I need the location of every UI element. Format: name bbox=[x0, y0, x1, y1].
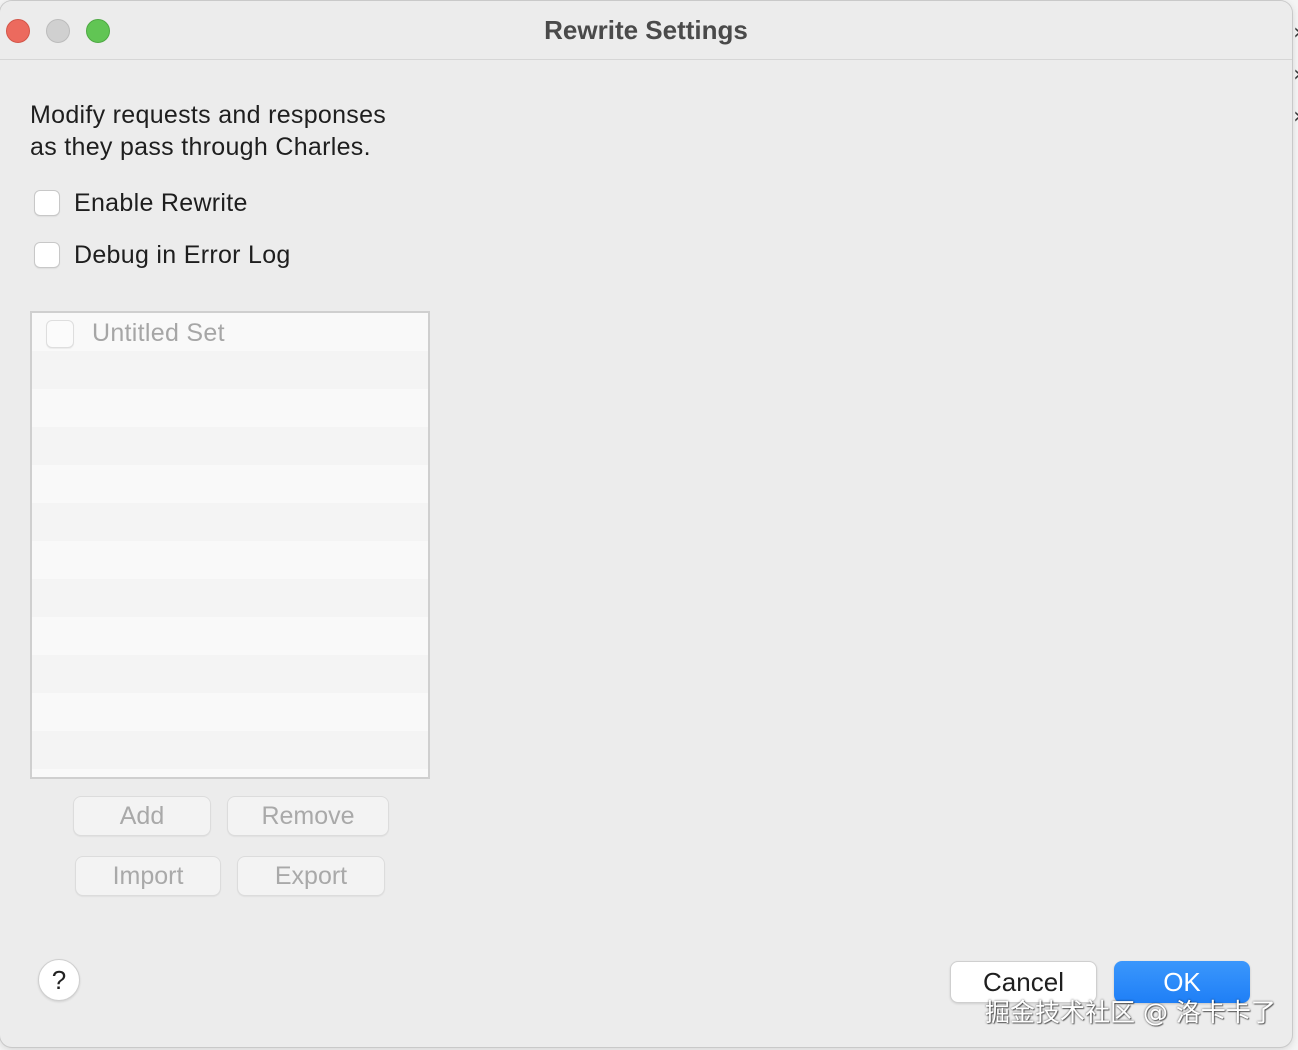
list-row-stripe bbox=[32, 617, 428, 655]
enable-rewrite-checkbox[interactable] bbox=[34, 190, 60, 216]
list-row-stripe bbox=[32, 541, 428, 579]
list-row-stripe bbox=[32, 351, 428, 389]
enable-rewrite-label[interactable]: Enable Rewrite bbox=[74, 189, 248, 218]
list-row-stripe bbox=[32, 503, 428, 541]
background-chevron-icon: › bbox=[1293, 62, 1298, 87]
debug-error-log-label[interactable]: Debug in Error Log bbox=[74, 241, 291, 270]
list-row-stripe bbox=[32, 427, 428, 465]
rewrite-sets-list[interactable]: Untitled Set bbox=[30, 311, 430, 779]
import-set-button[interactable]: Import bbox=[75, 856, 221, 896]
list-row-stripe bbox=[32, 655, 428, 693]
enable-rewrite-option[interactable]: Enable Rewrite bbox=[34, 188, 248, 218]
help-button[interactable]: ? bbox=[38, 959, 80, 1001]
add-set-button[interactable]: Add bbox=[73, 796, 211, 836]
list-row-stripe bbox=[32, 731, 428, 769]
background-chevron-icon: › bbox=[1293, 20, 1298, 45]
untitled-set-checkbox[interactable] bbox=[46, 319, 74, 348]
list-row-stripe bbox=[32, 389, 428, 427]
export-set-button[interactable]: Export bbox=[237, 856, 385, 896]
description-line: as they pass through Charles. bbox=[30, 133, 371, 161]
background-chevron-icon: › bbox=[1293, 104, 1298, 129]
untitled-set-label[interactable]: Untitled Set bbox=[92, 319, 225, 348]
list-row-stripe bbox=[32, 465, 428, 503]
list-item-untitled-set[interactable]: Untitled Set bbox=[46, 319, 225, 348]
watermark-text: 掘金技术社区 @ 洛卡卡了 bbox=[985, 998, 1276, 1027]
debug-error-log-option[interactable]: Debug in Error Log bbox=[34, 240, 291, 270]
window-title: Rewrite Settings bbox=[544, 15, 748, 45]
remove-set-button[interactable]: Remove bbox=[227, 796, 389, 836]
title-bar: Rewrite Settings bbox=[0, 1, 1292, 60]
list-row-stripe bbox=[32, 693, 428, 731]
debug-error-log-checkbox[interactable] bbox=[34, 242, 60, 268]
dialog-description: Modify requests and responses as they pa… bbox=[30, 99, 386, 163]
description-line: Modify requests and responses bbox=[30, 101, 387, 129]
list-row-stripe bbox=[32, 579, 428, 617]
rewrite-settings-dialog: Rewrite Settings Modify requests and res… bbox=[0, 1, 1292, 1047]
